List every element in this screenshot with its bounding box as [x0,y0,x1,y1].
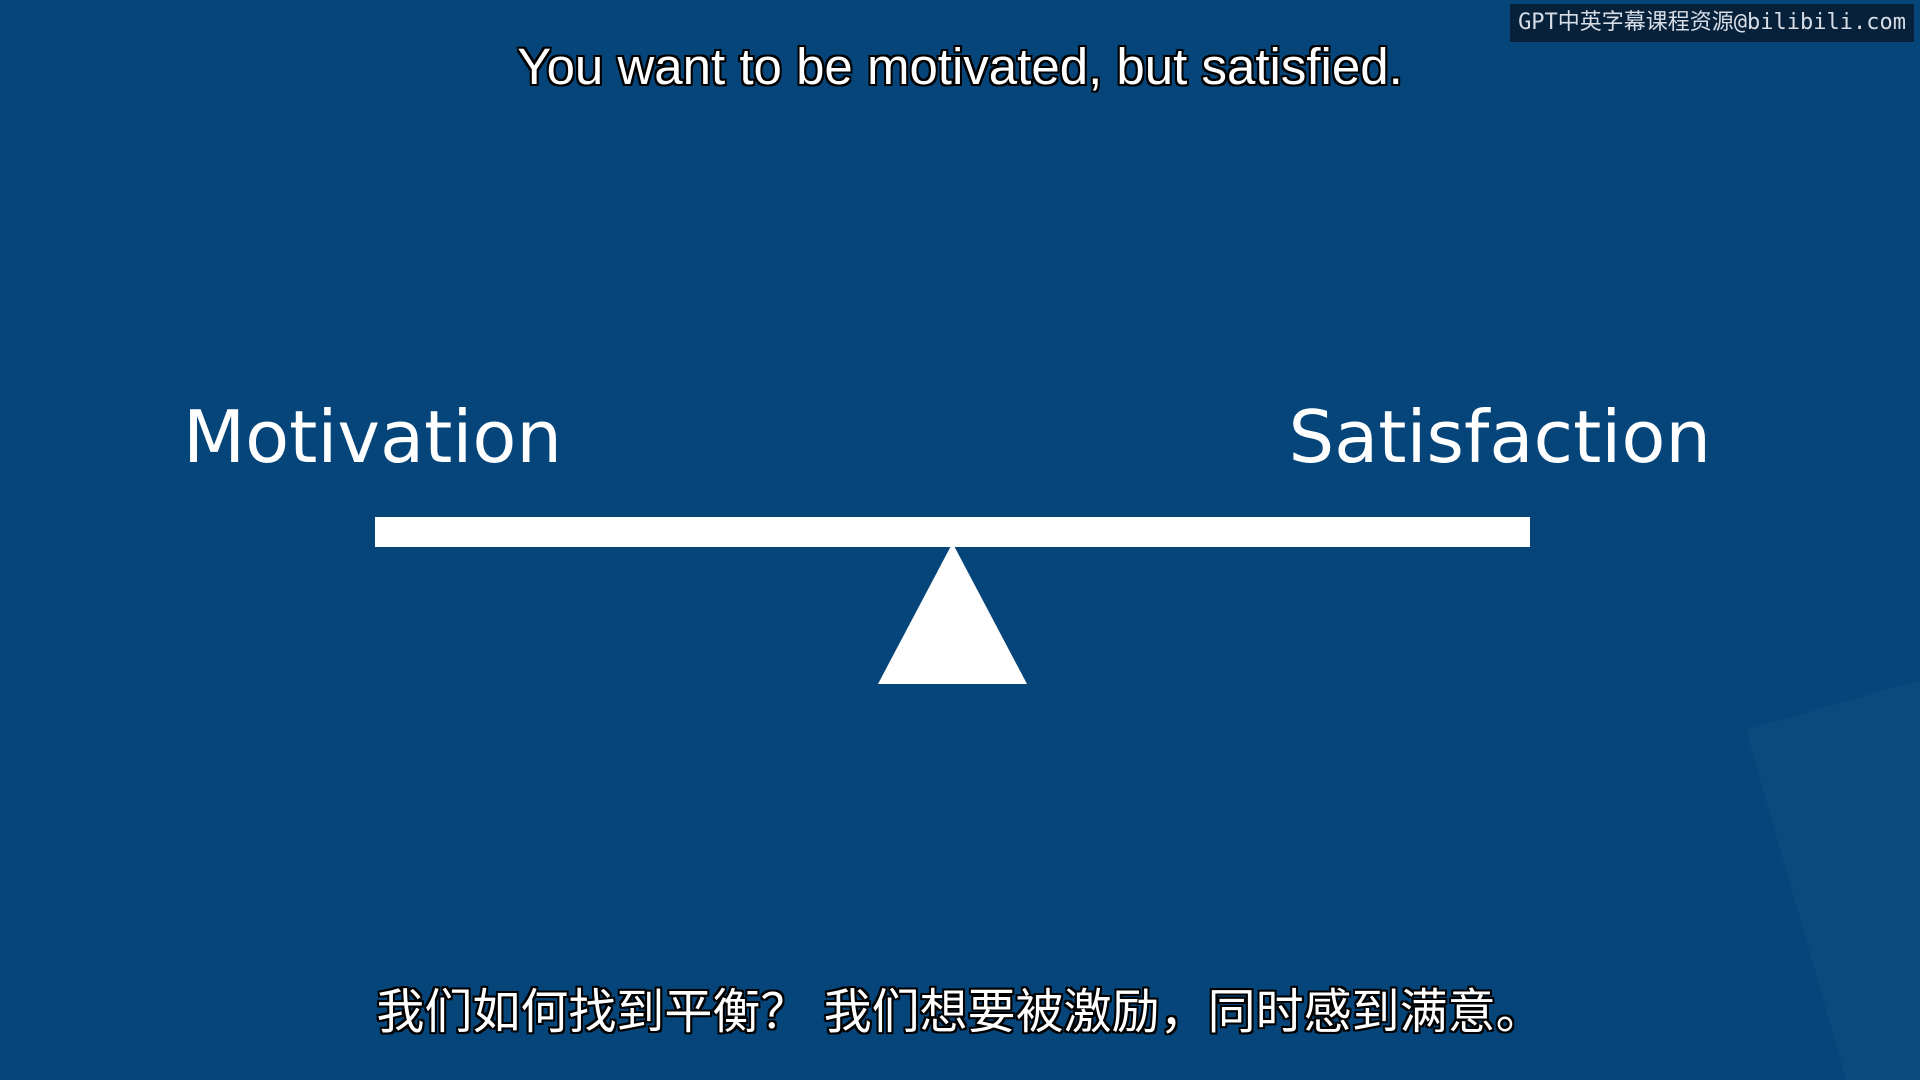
satisfaction-label: Satisfaction [1288,395,1711,479]
video-frame: GPT中英字幕课程资源@bilibili.com You want to be … [0,0,1920,1080]
english-subtitle: You want to be motivated, but satisfied. [517,38,1403,95]
chinese-subtitle: 我们如何找到平衡？ 我们想要被激励，同时感到满意。 [376,984,1544,1040]
motivation-label: Motivation [183,395,563,479]
fulcrum-triangle [878,543,1027,684]
